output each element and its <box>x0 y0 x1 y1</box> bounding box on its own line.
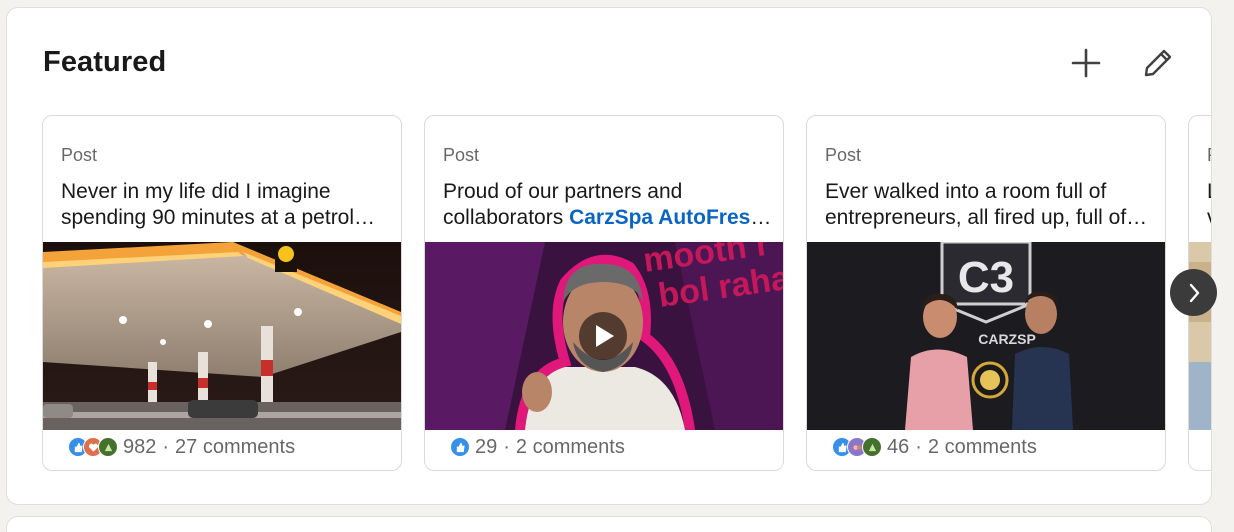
carousel-next-button[interactable] <box>1170 269 1217 316</box>
reaction-count: 29 <box>475 435 498 458</box>
separator: · <box>162 435 170 458</box>
reaction-icons <box>68 437 118 457</box>
reaction-icons <box>832 437 882 457</box>
separator: · <box>503 435 510 458</box>
card-text: Ever walked into a room full of entrepre… <box>825 180 1127 229</box>
reaction-count: 982 <box>123 435 157 458</box>
page-gutter <box>1222 0 1234 532</box>
card-text: Never in my life did I imagine spending … <box>61 180 355 229</box>
comment-count: 2 comments <box>927 435 1037 458</box>
company-mention-link[interactable]: CarzSpa AutoFresh <box>569 206 771 229</box>
add-featured-button[interactable] <box>1064 41 1108 85</box>
card-type: Post <box>825 145 862 165</box>
featured-section: Featured Post Never in my life did I ima… <box>6 7 1212 505</box>
card-video-thumbnail[interactable]: mooth r bol raha <box>425 242 783 430</box>
card-text: L v <box>1207 179 1211 231</box>
featured-card-2[interactable]: Post Proud of our partners and collabora… <box>424 115 784 471</box>
comment-count: 27 comments <box>175 435 296 458</box>
plus-icon <box>1071 48 1101 78</box>
card-image-award: C3 CARZSP <box>807 242 1165 430</box>
card-type: Post <box>443 145 480 165</box>
card-text: Proud of our partners and collaborators … <box>443 179 773 231</box>
featured-card-3[interactable]: Post Ever walked into a room full of ent… <box>806 115 1166 471</box>
reaction-icons <box>450 437 470 457</box>
like-icon <box>450 437 470 457</box>
support-icon <box>98 437 118 457</box>
featured-card-1[interactable]: Post Never in my life did I imagine spen… <box>42 115 402 471</box>
featured-carousel: Post Never in my life did I imagine spen… <box>42 115 1211 471</box>
card-social-counts[interactable]: 46 · 2 comments <box>832 434 1037 460</box>
edit-featured-button[interactable] <box>1136 41 1180 85</box>
card-image-petrol-station <box>43 242 401 430</box>
card-type: Post <box>61 145 98 165</box>
support-icon <box>862 437 882 457</box>
comment-count: 2 comments <box>515 435 625 458</box>
separator: · <box>915 435 922 458</box>
next-profile-section <box>6 516 1212 532</box>
pencil-icon <box>1144 49 1172 77</box>
card-social-counts[interactable]: 29 · 2 comments <box>450 434 625 460</box>
chevron-right-icon <box>1189 283 1199 302</box>
card-type: P <box>1207 145 1211 166</box>
event-logo-text: C3 <box>958 253 1014 302</box>
event-banner-text: CARZSP <box>978 331 1036 347</box>
reaction-count: 46 <box>887 435 910 458</box>
card-social-counts[interactable]: 982 · 27 comments <box>68 434 295 460</box>
section-title: Featured <box>43 46 167 78</box>
